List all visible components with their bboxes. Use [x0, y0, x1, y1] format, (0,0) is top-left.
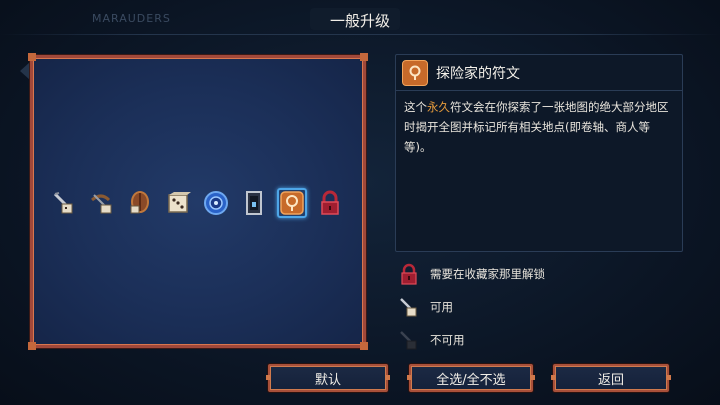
frame-corner: [360, 342, 368, 350]
legend-unavailable-label: 不可用: [430, 333, 465, 347]
legend-unavailable: 不可用: [398, 324, 545, 356]
item-blue-orb[interactable]: [201, 188, 231, 218]
info-desc-prefix: 这个: [404, 100, 427, 114]
info-desc-highlight: 永久: [427, 100, 450, 114]
door-icon: [246, 191, 262, 215]
default-button-label: 默认: [314, 372, 341, 388]
back-button[interactable]: 返回: [551, 364, 671, 392]
frame-corner: [28, 342, 36, 350]
blue-orb-icon: [204, 191, 228, 215]
sword-dice-icon: [398, 296, 420, 318]
info-header: 探险家的符文: [396, 55, 682, 91]
items-panel: [28, 53, 368, 350]
page-title: 一般升级: [329, 12, 390, 30]
explorer-rune-icon: [402, 59, 428, 86]
button-notch: [266, 375, 271, 380]
item-dice[interactable]: [163, 188, 193, 218]
sword-dice-icon: [53, 192, 73, 214]
select-all-button[interactable]: 全选/全不选: [407, 364, 535, 392]
info-panel: 探险家的符文 这个永久符文会在你探索了一张地图的绝大部分地区时揭开全图并标记所有…: [395, 54, 683, 252]
back-button-label: 返回: [597, 372, 624, 388]
dice-icon: [168, 192, 191, 213]
select-all-button-label: 全选/全不选: [436, 372, 506, 388]
legend-available-label: 可用: [430, 300, 453, 314]
legend-available: 可用: [398, 291, 545, 323]
item-locked[interactable]: [315, 188, 345, 218]
items-row: [49, 188, 345, 218]
item-door[interactable]: [239, 188, 269, 218]
explorer-rune-icon: [280, 191, 304, 215]
button-notch: [551, 375, 556, 380]
button-notch: [666, 375, 671, 380]
info-description: 这个永久符文会在你探索了一张地图的绝大部分地区时揭开全图并标记所有相关地点(即卷…: [396, 91, 682, 163]
title-divider: [0, 34, 720, 35]
frame-corner: [360, 53, 368, 61]
button-notch: [407, 375, 412, 380]
shield-dice-icon: [130, 191, 149, 214]
crossbow-dice-icon: [91, 194, 112, 214]
lock-icon: [321, 190, 339, 215]
legend: 需要在收藏家那里解锁 可用 不可用: [398, 258, 545, 357]
item-sword-dice[interactable]: [49, 188, 79, 218]
legend-locked: 需要在收藏家那里解锁: [398, 258, 545, 290]
legend-locked-label: 需要在收藏家那里解锁: [430, 267, 545, 281]
sword-dice-dim-icon: [398, 329, 420, 351]
default-button[interactable]: 默认: [266, 364, 390, 392]
item-shield-dice[interactable]: [125, 188, 155, 218]
button-notch: [385, 375, 390, 380]
frame-corner: [28, 53, 36, 61]
button-notch: [530, 375, 535, 380]
item-explorer-rune[interactable]: [277, 188, 307, 218]
item-crossbow-dice[interactable]: [87, 188, 117, 218]
info-title: 探险家的符文: [436, 65, 520, 82]
lock-icon: [398, 263, 420, 285]
